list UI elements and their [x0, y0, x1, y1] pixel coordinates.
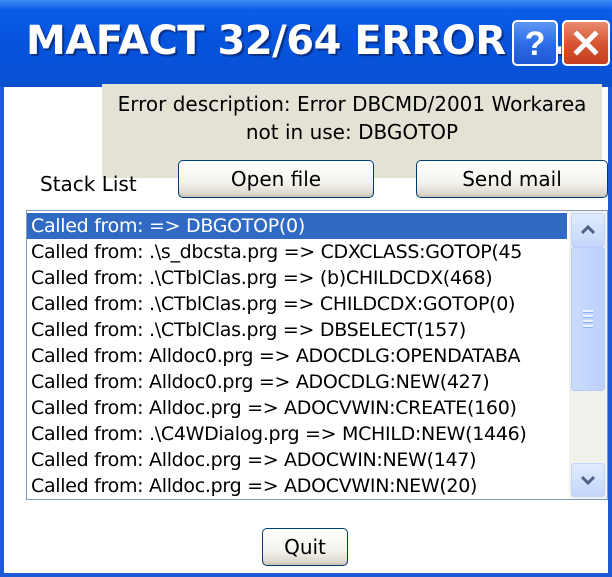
- error-description-line2: not in use: DBGOTOP: [245, 120, 459, 144]
- stack-item[interactable]: Called from: .\CTblClas.prg => CHILDCDX:…: [27, 291, 567, 317]
- error-description-line1: Error description: Error DBCMD/2001 Work…: [117, 92, 587, 116]
- help-button[interactable]: ?: [512, 20, 558, 66]
- window-title: MAFACT 32/64 ERROR R...: [26, 18, 595, 64]
- stack-items: Called from: => DBGOTOP(0) Called from: …: [27, 213, 567, 499]
- close-icon: [573, 30, 599, 56]
- stack-item[interactable]: Called from: .\CTblClas.prg => (b)CHILDC…: [27, 265, 567, 291]
- open-file-button[interactable]: Open file: [178, 160, 374, 198]
- stack-item[interactable]: Called from: .\s_dbcsta.prg => CDXCLASS:…: [27, 239, 567, 265]
- chevron-up-icon: [580, 224, 596, 235]
- chevron-down-icon: [580, 475, 596, 486]
- stack-item[interactable]: Called from: Alldoc.prg => ADOCVWIN:NEW(…: [27, 473, 567, 499]
- stack-item[interactable]: Called from: Alldoc0.prg => ADOCDLG:NEW(…: [27, 369, 567, 395]
- error-description: Error description: Error DBCMD/2001 Work…: [102, 90, 602, 146]
- thumb-grip-icon: [583, 308, 593, 330]
- title-bar[interactable]: MAFACT 32/64 ERROR R... ?: [0, 0, 612, 87]
- stack-item[interactable]: Called from: .\CTblClas.prg => DBSELECT(…: [27, 317, 567, 343]
- scroll-down-button[interactable]: [571, 463, 605, 497]
- vertical-scrollbar[interactable]: [569, 211, 607, 499]
- stack-item[interactable]: Called from: => DBGOTOP(0): [27, 213, 567, 239]
- error-report-window: MAFACT 32/64 ERROR R... ? Error descript…: [0, 0, 612, 577]
- send-mail-button[interactable]: Send mail: [416, 160, 608, 198]
- stack-item[interactable]: Called from: .\C4WDialog.prg => MCHILD:N…: [27, 421, 567, 447]
- stack-item[interactable]: Called from: Alldoc.prg => ADOCWIN:NEW(1…: [27, 447, 567, 473]
- stack-listbox[interactable]: Called from: => DBGOTOP(0) Called from: …: [26, 210, 608, 500]
- quit-button[interactable]: Quit: [262, 528, 348, 566]
- scroll-up-button[interactable]: [571, 213, 605, 247]
- stack-list-label: Stack List: [40, 172, 137, 196]
- help-icon: ?: [525, 26, 546, 60]
- scrollbar-thumb[interactable]: [571, 247, 605, 391]
- stack-item[interactable]: Called from: Alldoc0.prg => ADOCDLG:OPEN…: [27, 343, 567, 369]
- help-glyph: ?: [525, 26, 546, 60]
- close-button[interactable]: [562, 20, 610, 66]
- stack-item[interactable]: Called from: Alldoc.prg => ADOCVWIN:CREA…: [27, 395, 567, 421]
